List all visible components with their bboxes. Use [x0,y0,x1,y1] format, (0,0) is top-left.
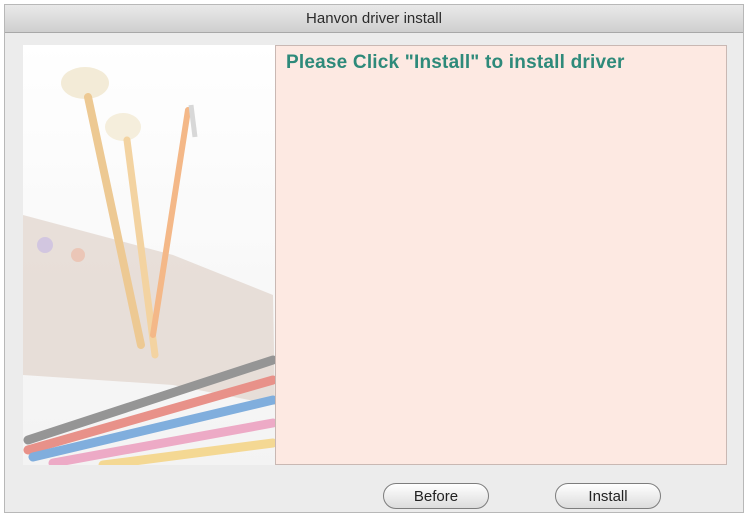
installer-window: Hanvon driver install Please Click "Inst… [4,4,744,513]
install-instruction: Please Click "Install" to install driver [286,52,625,73]
message-panel: Please Click "Install" to install driver [275,45,727,465]
before-button[interactable]: Before [383,483,489,509]
title-bar: Hanvon driver install [5,5,743,33]
install-button[interactable]: Install [555,483,661,509]
paintbrush-palette-icon [23,45,275,465]
window-title: Hanvon driver install [306,10,442,27]
artwork-illustration [23,45,275,465]
